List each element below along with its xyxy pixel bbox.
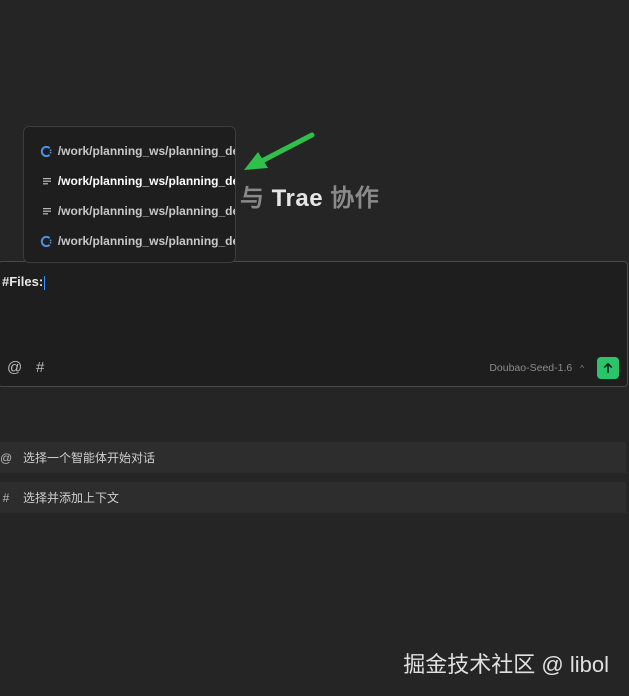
send-button[interactable]: [597, 357, 619, 379]
composer-input-value: #Files:: [2, 274, 44, 289]
file-suggestion-dropdown: /work/planning_ws/planning_de /work/plan…: [23, 126, 236, 263]
cpp-file-icon: [40, 144, 54, 158]
arrow-up-icon: [603, 362, 613, 373]
headline-prefix: 与: [240, 185, 265, 212]
file-suggestion-item[interactable]: /work/planning_ws/planning_de: [24, 136, 236, 166]
file-suggestion-item[interactable]: /work/planning_ws/planning_de: [24, 226, 236, 256]
model-selector[interactable]: Doubao-Seed-1.6 ^: [489, 362, 584, 374]
file-suggestion-item[interactable]: /work/planning_ws/planning_de: [24, 196, 236, 226]
hint-add-context[interactable]: # 选择并添加上下文: [0, 482, 626, 513]
add-context-button[interactable]: #: [36, 359, 44, 376]
text-file-icon: [40, 174, 54, 188]
file-path: /work/planning_ws/planning_de: [57, 204, 236, 218]
cpp-file-icon: [40, 234, 54, 248]
file-suggestion-item-active[interactable]: /work/planning_ws/planning_de: [24, 166, 236, 196]
headline-brand: Trae: [271, 185, 324, 212]
file-path: /work/planning_ws/planning_de: [57, 234, 236, 248]
watermark: 掘金技术社区 @ libol: [403, 652, 609, 677]
hint-label: 选择并添加上下文: [23, 491, 120, 505]
hint-label: 选择一个智能体开始对话: [23, 451, 156, 465]
model-name: Doubao-Seed-1.6: [489, 362, 573, 374]
mention-agent-button[interactable]: @: [7, 359, 22, 376]
welcome-headline: 与 Trae 协作: [240, 178, 379, 213]
chevron-up-icon: ^: [580, 364, 584, 373]
hash-icon: #: [2, 490, 10, 505]
at-icon: @: [0, 450, 13, 465]
text-file-icon: [40, 204, 54, 218]
text-caret: [44, 275, 46, 290]
hint-select-agent[interactable]: @ 选择一个智能体开始对话: [0, 442, 626, 473]
annotation-arrow-icon: [244, 132, 315, 170]
chat-composer[interactable]: #Files: @ # Doubao-Seed-1.6 ^: [0, 261, 628, 387]
composer-input[interactable]: #Files:: [2, 274, 46, 290]
file-path: /work/planning_ws/planning_de: [57, 174, 236, 188]
headline-suffix: 协作: [330, 185, 380, 212]
file-path: /work/planning_ws/planning_de: [57, 144, 236, 158]
